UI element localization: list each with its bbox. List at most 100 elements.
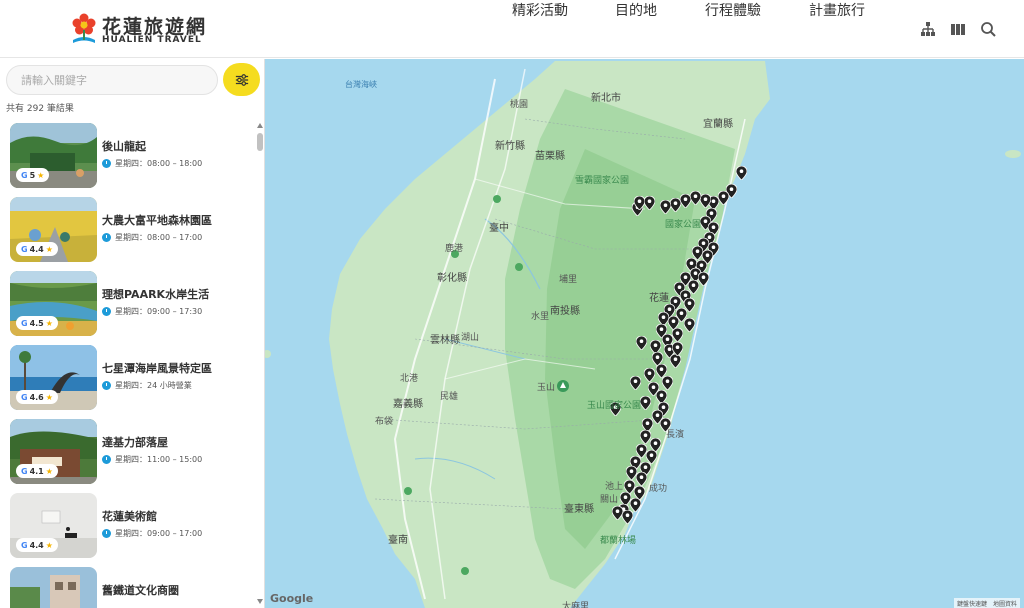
attraction-marker-icon[interactable] [636, 472, 647, 486]
attraction-thumbnail: G 4.1 ★ [10, 419, 97, 484]
opening-hours: 星期四：09:00 – 17:00 [102, 528, 202, 539]
map-label-yunlin: 雲林縣 [430, 335, 460, 346]
clock-icon [102, 159, 111, 168]
attraction-marker-icon[interactable] [680, 194, 691, 208]
map-label-taichung: 臺中 [489, 223, 509, 234]
keyword-search-input[interactable] [6, 65, 218, 95]
filter-button[interactable] [223, 63, 260, 96]
attraction-title: 花蓮美術館 [102, 510, 157, 523]
attraction-marker-icon[interactable] [636, 336, 647, 350]
map-label-changbin: 長濱 [666, 430, 685, 440]
map-label-yushan: 玉山 [537, 383, 556, 393]
list-item[interactable]: G 5 ★ 後山龍起 星期四：08:00 – 18:00 [0, 120, 255, 194]
attraction-title: 理想PAARK水岸生活 [102, 288, 210, 301]
map-label-taroko-park: 國家公園 [665, 220, 702, 230]
opening-hours: 星期四：24 小時營業 [102, 380, 192, 391]
map-label-nantou: 南投縣 [550, 306, 580, 317]
attraction-marker-icon[interactable] [698, 272, 709, 286]
attraction-title: 達基力部落屋 [102, 436, 168, 449]
attraction-thumbnail: G 4.4 ★ [10, 493, 97, 558]
attraction-marker-icon[interactable] [622, 510, 633, 524]
attraction-marker-icon[interactable] [690, 191, 701, 205]
clock-icon [102, 381, 111, 390]
map-label-dulan: 都蘭林場 [600, 536, 637, 546]
attraction-marker-icon[interactable] [644, 196, 655, 210]
nav-destinations[interactable]: 目的地 [615, 0, 657, 20]
attraction-marker-icon[interactable] [640, 396, 651, 410]
attraction-map[interactable]: 新北市 桃園 新竹縣 宜蘭縣 苗栗縣 雪霸國家公園 臺中 彰化縣 南投縣 雲林縣… [265, 59, 1024, 608]
google-rating-badge: G 4.5 ★ [16, 316, 58, 330]
scroll-down-arrow-icon[interactable] [257, 599, 263, 604]
attraction-marker-icon[interactable] [644, 368, 655, 382]
scrollbar-thumb[interactable] [257, 133, 263, 151]
map-label-chiayi: 嘉義縣 [393, 399, 423, 410]
google-g-icon: G [21, 318, 28, 328]
list-item[interactable]: G 4.5 ★ 理想PAARK水岸生活 星期四：09:00 – 17:30 [0, 268, 255, 342]
site-logo[interactable]: 花蓮旅遊網 HUALIEN TRAVEL [70, 12, 210, 48]
list-item[interactable]: G 4.4 ★ 大農大富平地森林園區 星期四：08:00 – 17:00 [0, 194, 255, 268]
attraction-title: 舊鐵道文化商圈 [102, 584, 179, 597]
map-label-taiwan-strait: 台灣海峽 [345, 80, 377, 89]
google-g-icon: G [21, 392, 28, 402]
map-attribution[interactable]: 鍵盤快速鍵 地圖資料 [953, 598, 1020, 608]
star-icon: ★ [37, 170, 45, 180]
map-label-shuili: 水里 [531, 312, 550, 322]
list-item[interactable]: G 4.6 ★ 七星潭海岸風景特定區 星期四：24 小時營業 [0, 342, 255, 416]
map-label-hushan: 湖山 [461, 333, 480, 343]
map-label-hualien: 花蓮 [649, 293, 669, 304]
opening-hours: 星期四：08:00 – 18:00 [102, 158, 202, 169]
logo-english-name: HUALIEN TRAVEL [102, 35, 202, 45]
attraction-marker-icon[interactable] [662, 376, 673, 390]
map-label-puli: 埔里 [559, 275, 578, 285]
attraction-marker-icon[interactable] [670, 354, 681, 368]
star-icon: ★ [45, 392, 53, 402]
attraction-marker-icon[interactable] [670, 198, 681, 212]
clock-icon [102, 307, 111, 316]
opening-hours: 星期四：11:00 – 15:00 [102, 454, 202, 465]
attraction-thumbnail [10, 567, 97, 608]
star-icon: ★ [45, 540, 53, 550]
map-label-taitung: 臺東縣 [564, 504, 594, 515]
clock-icon [102, 529, 111, 538]
list-item[interactable]: 舊鐵道文化商圈 [0, 564, 255, 608]
attraction-marker-icon[interactable] [718, 191, 729, 205]
map-label-tainan: 臺南 [388, 535, 408, 546]
filter-sliders-icon [235, 73, 248, 86]
map-label-taimali: 太麻里 [562, 602, 590, 608]
google-rating-badge: G 4.6 ★ [16, 390, 58, 404]
attraction-marker-icon[interactable] [700, 194, 711, 208]
attraction-marker-icon[interactable] [660, 200, 671, 214]
sitemap-icon[interactable] [920, 21, 936, 37]
google-logo: Google [270, 592, 314, 605]
hualien-flower-logo-icon [72, 13, 96, 43]
attraction-marker-icon[interactable] [630, 376, 641, 390]
attraction-title: 七星潭海岸風景特定區 [102, 362, 212, 375]
nav-events[interactable]: 精彩活動 [512, 0, 568, 20]
nav-plan-trip[interactable]: 計畫旅行 [809, 0, 865, 20]
attraction-marker-icon[interactable] [634, 196, 645, 210]
list-scrollbar[interactable] [256, 123, 264, 608]
search-icon[interactable] [980, 21, 996, 37]
list-item[interactable]: G 4.1 ★ 達基力部落屋 星期四：11:00 – 15:00 [0, 416, 255, 490]
map-grid-icon[interactable] [950, 21, 966, 37]
list-item[interactable]: G 4.4 ★ 花蓮美術館 星期四：09:00 – 17:00 [0, 490, 255, 564]
map-label-lugang: 鹿港 [445, 244, 464, 254]
google-g-icon: G [21, 466, 28, 476]
google-g-icon: G [21, 244, 28, 254]
attraction-marker-icon[interactable] [736, 166, 747, 180]
map-label-chishang: 池上 [605, 482, 624, 492]
map-label-changhua: 彰化縣 [437, 273, 467, 284]
attraction-marker-icon[interactable] [672, 342, 683, 356]
nav-experiences[interactable]: 行程體驗 [705, 0, 761, 20]
attraction-thumbnail: G 4.6 ★ [10, 345, 97, 410]
attraction-thumbnail: G 4.5 ★ [10, 271, 97, 336]
attraction-title: 後山龍起 [102, 140, 146, 153]
scroll-up-arrow-icon[interactable] [257, 123, 263, 128]
map-label-miaoli: 苗栗縣 [535, 151, 565, 162]
attraction-marker-icon[interactable] [684, 318, 695, 332]
map-label-xinbei: 新北市 [591, 93, 621, 104]
map-label-chenggong: 成功 [649, 484, 668, 494]
map-label-budai: 布袋 [375, 417, 394, 427]
attraction-marker-icon[interactable] [672, 328, 683, 342]
site-header: 花蓮旅遊網 HUALIEN TRAVEL 精彩活動 目的地 行程體驗 計畫旅行 [0, 0, 1024, 58]
